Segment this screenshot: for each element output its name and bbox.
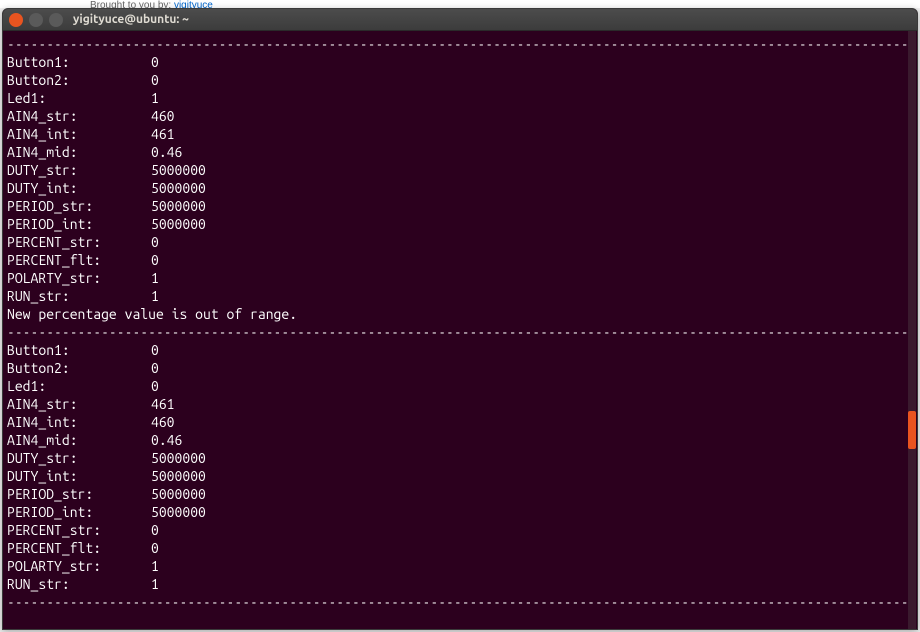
output-value: 0 — [151, 521, 159, 539]
output-label: RUN_str: — [7, 575, 151, 593]
output-value: 0 — [151, 251, 159, 269]
output-row: PERCENT_str:0 — [7, 233, 915, 251]
output-row: RUN_str:1 — [7, 287, 915, 305]
output-value: 0 — [151, 233, 159, 251]
output-label: PERCENT_flt: — [7, 251, 151, 269]
output-value: 0 — [151, 53, 159, 71]
output-row: POLARTY_str:1 — [7, 269, 915, 287]
status-message: New percentage value is out of range. — [7, 305, 915, 323]
output-label: AIN4_str: — [7, 107, 151, 125]
output-value: 5000000 — [151, 485, 206, 503]
output-value: 5000000 — [151, 161, 206, 179]
separator-line: ----------------------------------------… — [7, 593, 915, 611]
output-value: 0 — [151, 377, 159, 395]
background-browser-hint: Brought to you by: vigityuce — [0, 0, 920, 8]
output-row: AIN4_mid:0.46 — [7, 143, 915, 161]
output-label: AIN4_mid: — [7, 431, 151, 449]
output-label: Led1: — [7, 377, 151, 395]
output-value: 5000000 — [151, 467, 206, 485]
minimize-icon[interactable] — [29, 13, 43, 27]
output-value: 1 — [151, 89, 159, 107]
output-value: 0 — [151, 539, 159, 557]
close-icon[interactable] — [9, 13, 23, 27]
output-row: AIN4_int:461 — [7, 125, 915, 143]
output-label: RUN_str: — [7, 287, 151, 305]
output-value: 1 — [151, 557, 159, 575]
output-value: 461 — [151, 395, 175, 413]
terminal-output[interactable]: ----------------------------------------… — [3, 31, 917, 629]
output-label: PERIOD_str: — [7, 197, 151, 215]
output-value: 0 — [151, 359, 159, 377]
output-row: Button2:0 — [7, 71, 915, 89]
terminal-window: yigityuce@ubuntu: ~ --------------------… — [2, 8, 918, 630]
output-row: POLARTY_str:1 — [7, 557, 915, 575]
output-label: Button2: — [7, 71, 151, 89]
output-label: POLARTY_str: — [7, 269, 151, 287]
output-row: AIN4_mid:0.46 — [7, 431, 915, 449]
output-label: PERIOD_str: — [7, 485, 151, 503]
output-value: 1 — [151, 575, 159, 593]
output-value: 460 — [151, 413, 175, 431]
output-row: RUN_str:1 — [7, 575, 915, 593]
output-label: Button1: — [7, 53, 151, 71]
output-row: AIN4_str:461 — [7, 395, 915, 413]
window-title: yigityuce@ubuntu: ~ — [73, 13, 189, 26]
output-label: PERCENT_str: — [7, 233, 151, 251]
output-row: PERIOD_int:5000000 — [7, 503, 915, 521]
output-label: DUTY_int: — [7, 467, 151, 485]
output-value: 461 — [151, 125, 175, 143]
output-row: Led1:0 — [7, 377, 915, 395]
output-label: AIN4_int: — [7, 125, 151, 143]
output-row: PERCENT_flt:0 — [7, 539, 915, 557]
titlebar[interactable]: yigityuce@ubuntu: ~ — [3, 9, 917, 31]
output-value: 5000000 — [151, 215, 206, 233]
output-value: 0.46 — [151, 143, 182, 161]
output-value: 0.46 — [151, 431, 182, 449]
output-label: AIN4_str: — [7, 395, 151, 413]
output-value: 5000000 — [151, 197, 206, 215]
output-label: Button2: — [7, 359, 151, 377]
output-label: Led1: — [7, 89, 151, 107]
output-label: AIN4_mid: — [7, 143, 151, 161]
output-label: PERIOD_int: — [7, 503, 151, 521]
output-value: 5000000 — [151, 503, 206, 521]
output-value: 0 — [151, 341, 159, 359]
output-row: PERIOD_str:5000000 — [7, 485, 915, 503]
output-label: DUTY_str: — [7, 449, 151, 467]
output-row: PERIOD_str:5000000 — [7, 197, 915, 215]
output-value: 1 — [151, 287, 159, 305]
output-row: Button2:0 — [7, 359, 915, 377]
maximize-icon[interactable] — [49, 13, 63, 27]
output-row: DUTY_int:5000000 — [7, 467, 915, 485]
output-row: Led1:1 — [7, 89, 915, 107]
output-value: 0 — [151, 71, 159, 89]
output-row: DUTY_str:5000000 — [7, 161, 915, 179]
output-label: DUTY_int: — [7, 179, 151, 197]
output-label: PERCENT_str: — [7, 521, 151, 539]
output-label: PERIOD_int: — [7, 215, 151, 233]
output-row: PERCENT_flt:0 — [7, 251, 915, 269]
output-label: AIN4_int: — [7, 413, 151, 431]
scrollbar-track[interactable] — [908, 31, 916, 629]
output-label: DUTY_str: — [7, 161, 151, 179]
output-value: 5000000 — [151, 179, 206, 197]
output-row: DUTY_str:5000000 — [7, 449, 915, 467]
output-row: Button1:0 — [7, 341, 915, 359]
output-label: Button1: — [7, 341, 151, 359]
output-row: AIN4_str:460 — [7, 107, 915, 125]
output-value: 5000000 — [151, 449, 206, 467]
output-row: AIN4_int:460 — [7, 413, 915, 431]
output-row: PERCENT_str:0 — [7, 521, 915, 539]
output-value: 1 — [151, 269, 159, 287]
output-label: POLARTY_str: — [7, 557, 151, 575]
separator-line: ----------------------------------------… — [7, 35, 915, 53]
output-row: PERIOD_int:5000000 — [7, 215, 915, 233]
output-value: 460 — [151, 107, 175, 125]
separator-line: ----------------------------------------… — [7, 323, 915, 341]
output-label: PERCENT_flt: — [7, 539, 151, 557]
scrollbar-thumb[interactable] — [908, 411, 916, 449]
output-row: DUTY_int:5000000 — [7, 179, 915, 197]
output-row: Button1:0 — [7, 53, 915, 71]
